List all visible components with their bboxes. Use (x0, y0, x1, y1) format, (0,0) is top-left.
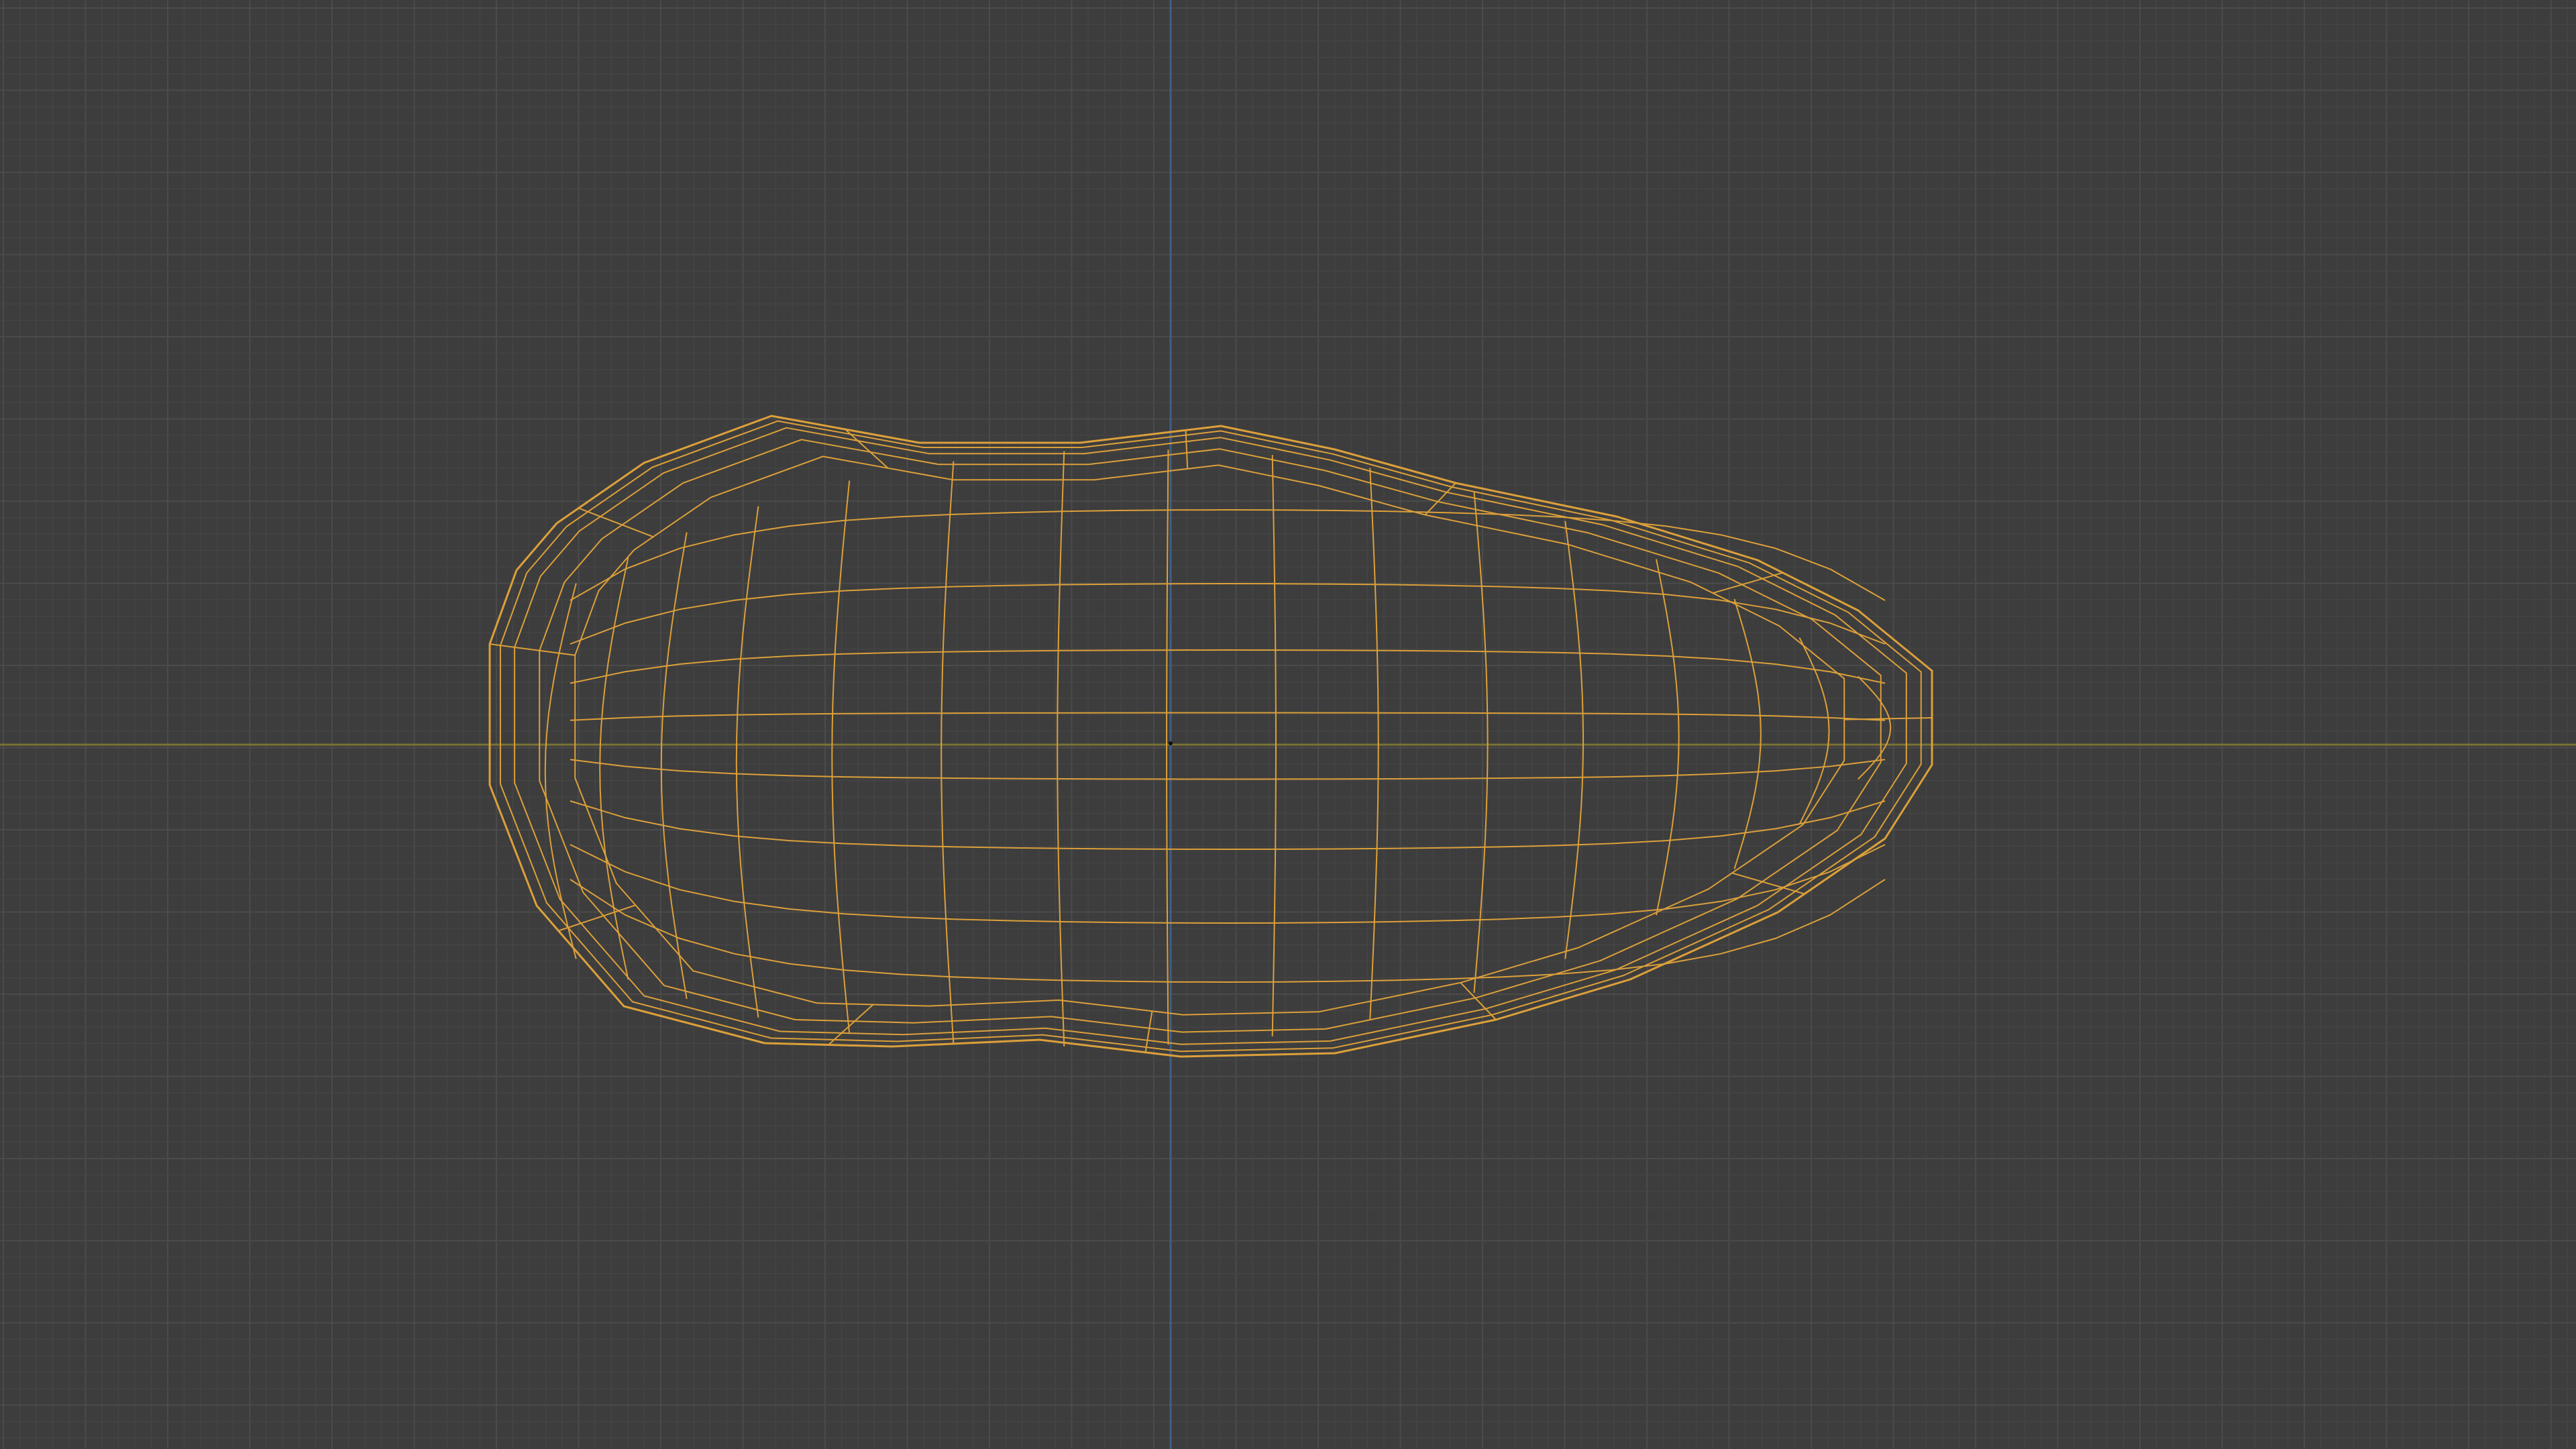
mesh-edge-loop (570, 879, 1886, 983)
mesh-edge-loop (831, 480, 851, 1034)
mesh-edge-loop (1733, 598, 1762, 869)
mesh-edge-loop (941, 461, 955, 1044)
mesh-edge-loop (570, 509, 1886, 601)
mesh-edge-loop (570, 649, 1886, 684)
3d-viewport[interactable] (0, 0, 2576, 1449)
mesh-edge-loop (514, 427, 1907, 1045)
mesh-edge-loop (1564, 521, 1585, 959)
mesh-edge (1144, 1011, 1153, 1053)
viewport-canvas[interactable] (0, 0, 2576, 1449)
mesh-edge-loop (570, 759, 1886, 780)
object-origin-dot (1169, 741, 1173, 745)
mesh-edge-loop (1057, 451, 1065, 1047)
mesh-edge (1185, 430, 1189, 469)
selected-mesh-wireframe[interactable] (488, 415, 1933, 1058)
mesh-edge-loop (544, 583, 577, 959)
mesh-edge (578, 507, 654, 538)
mesh-edge (1844, 717, 1933, 720)
mesh-edge-loop (570, 800, 1886, 850)
floor-grid (0, 0, 2576, 1449)
mesh-silhouette (488, 415, 1933, 1058)
mesh-edge-loop (570, 712, 1886, 721)
mesh-edge-loop (570, 583, 1886, 645)
mesh-edge-loop (499, 420, 1922, 1053)
mesh-edge-loop (1656, 559, 1680, 916)
mesh-edge-loop (570, 844, 1886, 924)
